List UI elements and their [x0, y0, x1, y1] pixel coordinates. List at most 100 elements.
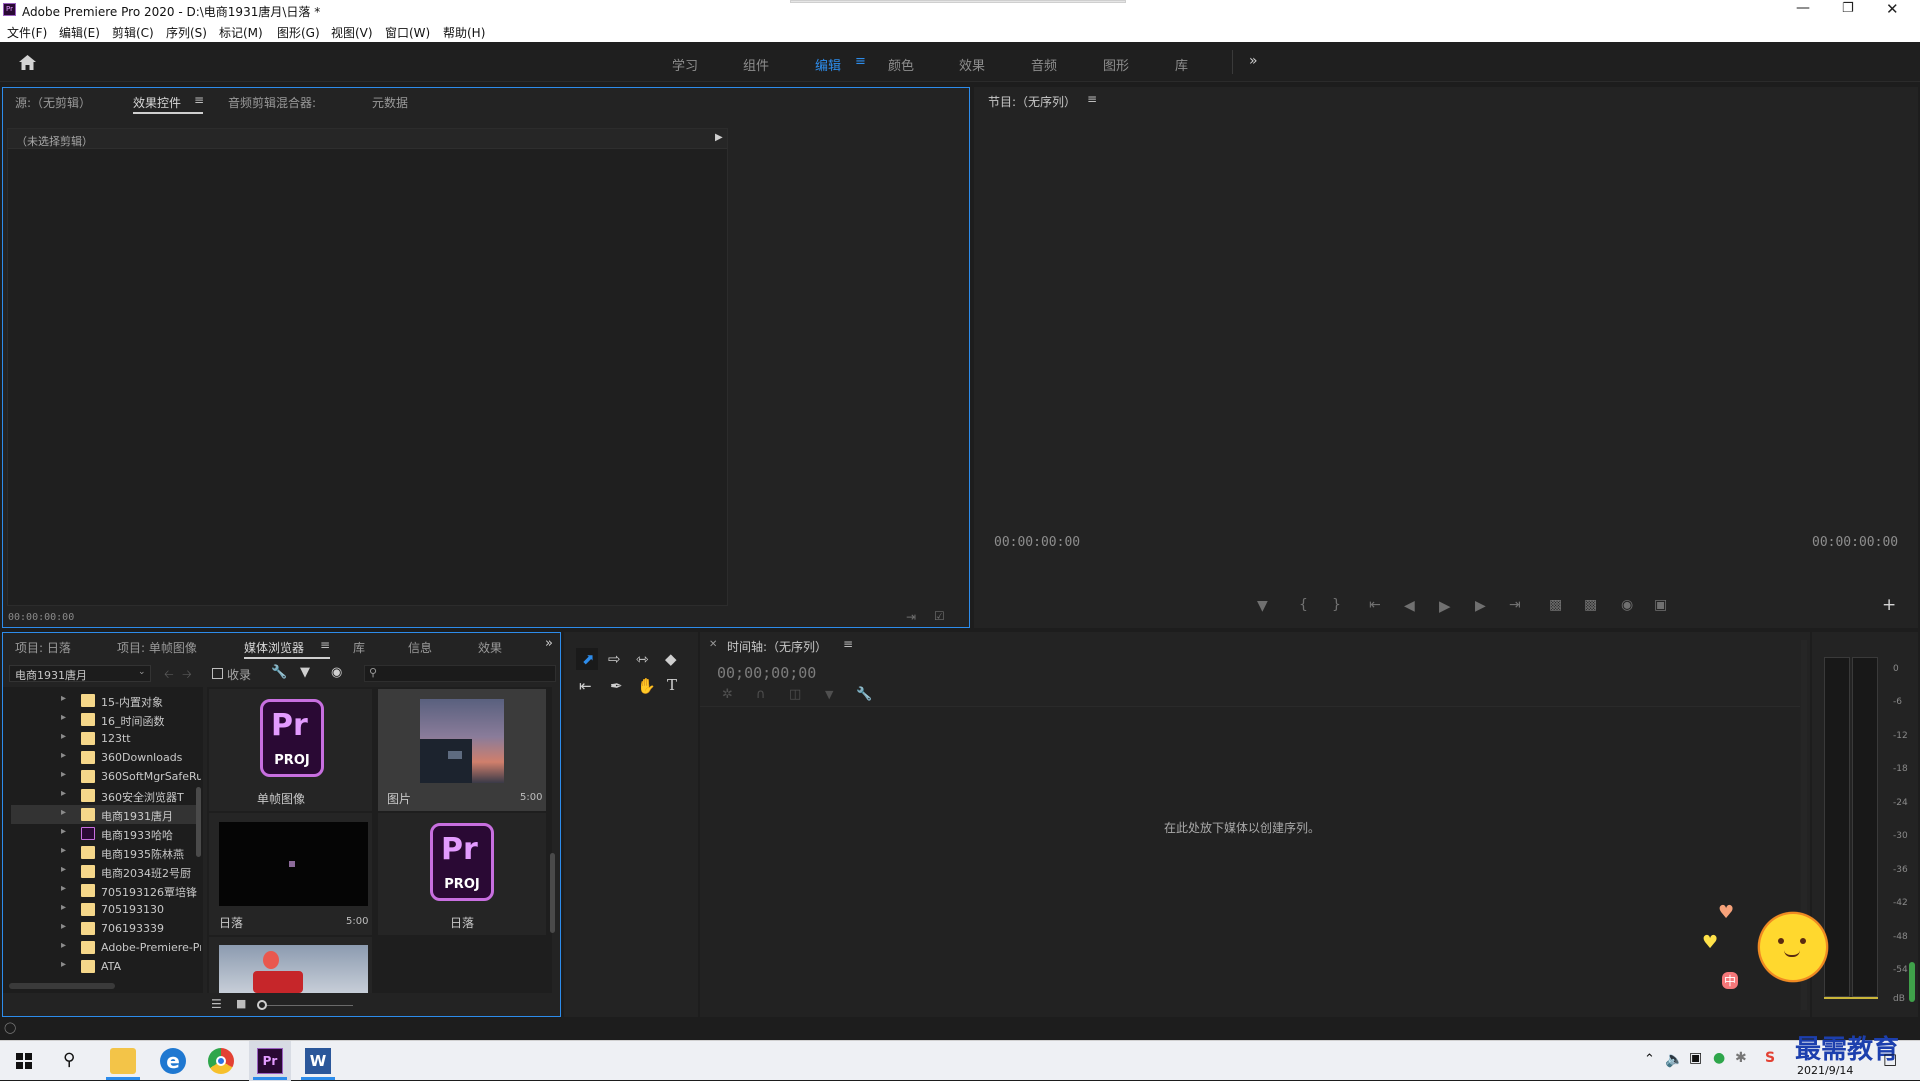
tree-horizontal-scrollbar[interactable]: [9, 983, 115, 989]
location-dropdown[interactable]: 电商1931唐月 ⌄: [9, 665, 151, 682]
premiere-taskbar-icon[interactable]: Pr: [257, 1048, 283, 1074]
pen-tool-icon[interactable]: ✒: [610, 677, 623, 695]
workspace-learn[interactable]: 学习: [672, 55, 698, 74]
mark-out-icon[interactable]: }: [1332, 597, 1341, 613]
close-window-button[interactable]: ✕: [1886, 0, 1899, 18]
export-frame-icon[interactable]: ⇥: [906, 610, 916, 624]
expand-icon[interactable]: ▸: [61, 788, 66, 799]
menu-file[interactable]: 文件(F): [7, 24, 47, 41]
panel-menu-icon[interactable]: ≡: [194, 93, 204, 107]
button-editor-plus-icon[interactable]: +: [1882, 595, 1896, 615]
menu-sequence[interactable]: 序列(S): [166, 24, 207, 41]
add-marker-icon[interactable]: ▼: [1257, 598, 1268, 614]
workspace-menu-icon[interactable]: ≡: [855, 54, 866, 69]
tab-metadata[interactable]: 元数据: [372, 94, 408, 111]
expand-icon[interactable]: ▸: [61, 845, 66, 856]
tree-item[interactable]: ▸ Adobe-Premiere-Pro: [11, 938, 201, 957]
type-tool-icon[interactable]: T: [667, 676, 677, 694]
expand-arrow-icon[interactable]: ▶: [715, 132, 723, 143]
view-icon[interactable]: ◉: [331, 665, 342, 680]
timeline-title[interactable]: 时间轴:（无序列）: [727, 638, 827, 655]
menu-window[interactable]: 窗口(W): [385, 24, 430, 41]
tree-item-selected[interactable]: ▸ 电商1931唐月: [11, 805, 197, 824]
windows-start-icon[interactable]: [16, 1053, 32, 1069]
more-panels-icon[interactable]: »: [545, 636, 553, 651]
search-input[interactable]: ⚲: [364, 665, 556, 682]
workspace-audio[interactable]: 音频: [1031, 55, 1057, 74]
share-icon[interactable]: ☑: [934, 609, 945, 623]
extract-icon[interactable]: ▩: [1584, 597, 1597, 613]
expand-icon[interactable]: ▸: [61, 826, 66, 837]
volume-icon[interactable]: 🔈: [1665, 1050, 1684, 1068]
workspace-graphics[interactable]: 图形: [1103, 55, 1129, 74]
ripple-edit-tool-icon[interactable]: ⇿: [636, 650, 649, 668]
workspace-effects[interactable]: 效果: [959, 55, 985, 74]
media-tile[interactable]: 日落 5:00: [209, 813, 372, 935]
expand-icon[interactable]: ▸: [61, 712, 66, 723]
media-browser-menu-icon[interactable]: ≡: [320, 638, 330, 652]
comparison-view-icon[interactable]: ▣: [1654, 597, 1667, 613]
menu-graphics[interactable]: 图形(G): [277, 24, 320, 41]
list-view-icon[interactable]: ☰: [211, 997, 222, 1011]
media-tile[interactable]: Pr PROJ 日落: [378, 813, 546, 935]
tree-item[interactable]: ▸ 电商1933哈哈: [11, 824, 197, 843]
timeline-track-area[interactable]: 在此处放下媒体以创建序列。: [700, 706, 1800, 1017]
workspace-color[interactable]: 颜色: [888, 55, 914, 74]
tree-item[interactable]: ▸ 706193339: [11, 919, 197, 938]
tab-source[interactable]: 源:（无剪辑）: [15, 94, 91, 111]
tab-audio-clip-mixer[interactable]: 音频剪辑混合器:: [228, 94, 316, 111]
expand-icon[interactable]: ▸: [61, 864, 66, 875]
home-icon[interactable]: [18, 54, 37, 71]
tab-effects[interactable]: 效果: [478, 639, 502, 656]
media-tile[interactable]: [209, 937, 372, 993]
file-explorer-icon[interactable]: [110, 1048, 136, 1074]
track-select-tool-icon[interactable]: ⇨: [608, 650, 621, 668]
expand-icon[interactable]: ▸: [61, 731, 66, 742]
program-timecode-left[interactable]: 00:00:00:00: [994, 535, 1080, 550]
media-grid-scrollbar[interactable]: [550, 853, 555, 933]
expand-icon[interactable]: ▸: [61, 769, 66, 780]
tree-item[interactable]: ▸ 123tt: [11, 729, 197, 748]
minimize-button[interactable]: —: [1796, 0, 1812, 16]
timeline-menu-icon[interactable]: ≡: [843, 637, 853, 651]
menu-help[interactable]: 帮助(H): [443, 24, 485, 41]
lift-icon[interactable]: ▩: [1549, 597, 1562, 613]
tab-libraries[interactable]: 库: [353, 639, 365, 656]
forward-arrow-icon[interactable]: 🡢: [182, 665, 192, 686]
timeline-timecode[interactable]: 00;00;00;00: [717, 664, 816, 682]
expand-icon[interactable]: ▸: [61, 807, 66, 818]
zoom-slider-handle[interactable]: [257, 1000, 267, 1010]
workspace-libraries[interactable]: 库: [1175, 55, 1188, 74]
word-icon[interactable]: W: [305, 1048, 331, 1074]
network-icon[interactable]: ▣: [1689, 1050, 1702, 1066]
tab-project-sunset[interactable]: 项目: 日落: [15, 639, 71, 656]
nest-icon[interactable]: ✲: [722, 687, 733, 702]
media-tile[interactable]: Pr PROJ 单帧图像: [209, 689, 372, 811]
play-icon[interactable]: ▶: [1439, 597, 1451, 615]
restore-button[interactable]: ❐: [1842, 1, 1854, 16]
camera-icon[interactable]: ◉: [1621, 597, 1633, 613]
program-menu-icon[interactable]: ≡: [1087, 92, 1097, 106]
menu-edit[interactable]: 编辑(E): [59, 24, 100, 41]
go-to-out-icon[interactable]: ⇥: [1509, 597, 1521, 613]
sun-mascot-sticker[interactable]: ♥ ♥ 中: [1700, 900, 1840, 1000]
search-icon[interactable]: ⚲: [63, 1050, 75, 1070]
snap-icon[interactable]: ∩: [756, 687, 766, 702]
go-to-in-icon[interactable]: ⇤: [1369, 597, 1381, 613]
tab-info[interactable]: 信息: [408, 639, 432, 656]
notification-icon[interactable]: □: [1883, 1050, 1897, 1068]
expand-icon[interactable]: ▸: [61, 959, 66, 970]
expand-icon[interactable]: ▸: [61, 693, 66, 704]
icon-view-icon[interactable]: ■: [236, 997, 246, 1010]
selection-tool-icon[interactable]: ⬈: [582, 650, 595, 668]
expand-icon[interactable]: ▸: [61, 902, 66, 913]
expand-icon[interactable]: ▸: [61, 921, 66, 932]
meter-scrollbar[interactable]: [1909, 962, 1915, 1002]
chrome-icon[interactable]: [208, 1048, 234, 1074]
menu-view[interactable]: 视图(V): [331, 24, 373, 41]
wrench-icon[interactable]: 🔧: [271, 665, 287, 680]
more-workspaces-icon[interactable]: »: [1249, 53, 1258, 69]
workspace-assembly[interactable]: 组件: [743, 55, 769, 74]
expand-icon[interactable]: ▸: [61, 750, 66, 761]
razor-tool-icon[interactable]: ◆: [665, 650, 677, 668]
